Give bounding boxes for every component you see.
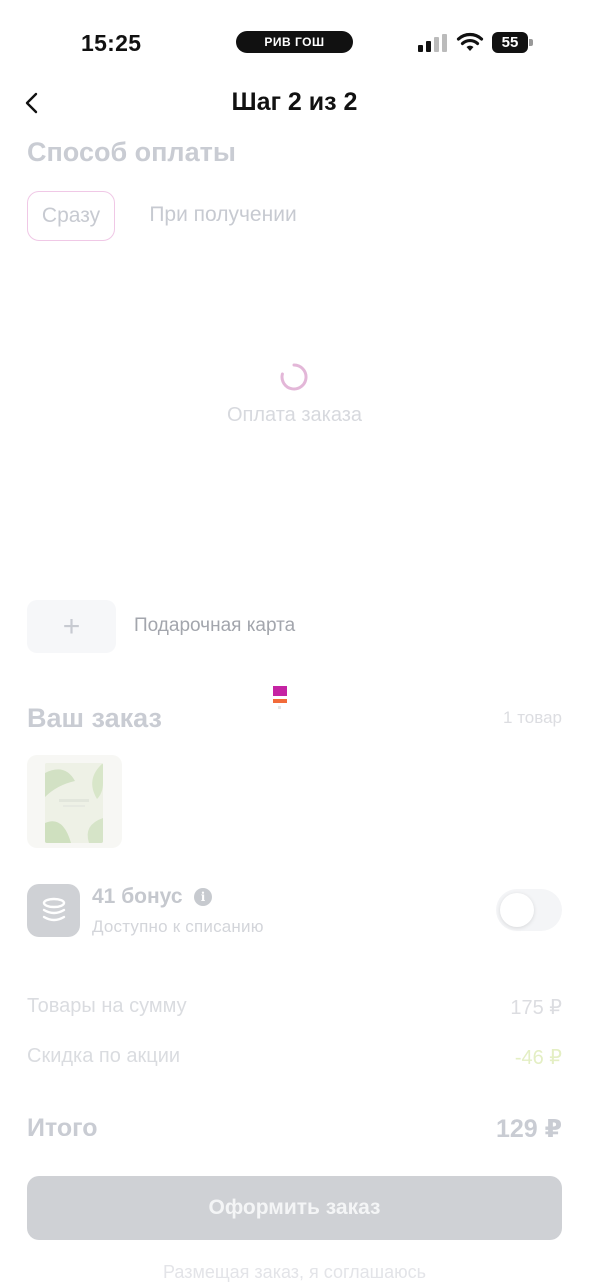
toggle-knob — [500, 893, 534, 927]
page-title: Шаг 2 из 2 — [231, 88, 358, 116]
discount-value: -46 ₽ — [514, 1047, 562, 1069]
subtotal-label: Товары на сумму — [27, 995, 187, 1017]
bonus-title: 41 бонус — [92, 885, 183, 908]
order-title: Ваш заказ — [27, 703, 162, 733]
total-value: 129 ₽ — [495, 1115, 562, 1143]
gift-card-label[interactable]: Подарочная карта — [134, 615, 295, 637]
place-order-label: Оформить заказ — [208, 1196, 381, 1219]
loading-text: Оплата заказа — [226, 404, 363, 426]
payment-tab-on-delivery-label: При получении — [149, 203, 297, 226]
total-label: Итого — [27, 1114, 98, 1142]
brand-mark-icon — [273, 686, 287, 709]
info-icon[interactable]: i — [194, 888, 212, 906]
order-item-count: 1 товар — [503, 708, 562, 727]
payment-method-title: Способ оплаты — [27, 137, 236, 167]
add-gift-card-button[interactable]: + — [27, 600, 116, 653]
battery-level: 55 — [492, 32, 528, 53]
plus-icon: + — [62, 609, 81, 643]
place-order-button[interactable]: Оформить заказ — [27, 1176, 562, 1240]
carrier-pill: РИВ ГОШ — [236, 31, 353, 53]
payment-tab-now-label: Сразу — [41, 204, 101, 227]
status-time: 15:25 — [81, 30, 142, 56]
battery-icon: 55 — [492, 32, 534, 53]
cellular-signal-icon — [418, 34, 447, 52]
payment-tab-now[interactable]: Сразу — [27, 191, 115, 241]
discount-label: Скидка по акции — [27, 1045, 181, 1067]
product-thumbnail[interactable] — [27, 755, 122, 848]
payment-tab-on-delivery[interactable]: При получении — [125, 191, 321, 239]
wifi-icon — [456, 32, 484, 51]
subtotal-value: 175 ₽ — [510, 997, 562, 1019]
loading-spinner-icon — [280, 363, 308, 391]
bonus-subtitle: Доступно к списанию — [92, 917, 264, 936]
bonus-coins-icon — [27, 884, 80, 937]
bonus-toggle[interactable] — [496, 889, 562, 931]
product-image — [45, 763, 103, 843]
